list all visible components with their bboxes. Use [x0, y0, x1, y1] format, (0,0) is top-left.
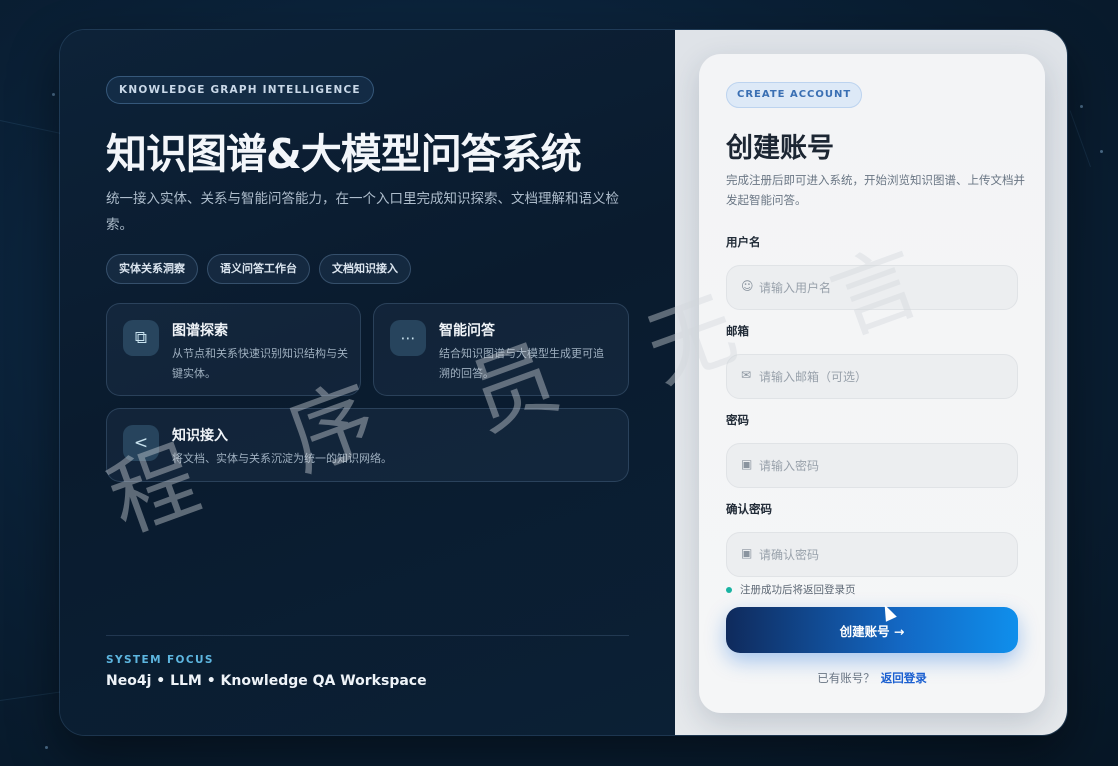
- share-nodes-icon: <: [123, 425, 159, 461]
- page-title: 知识图谱&大模型问答系统: [106, 130, 582, 178]
- tag-entity-relation: 实体关系洞察: [106, 254, 198, 284]
- feature-card-qa: ⋯ 智能问答 结合知识图谱与大模型生成更可追溯的回答。: [373, 303, 629, 396]
- password-field[interactable]: ▣: [726, 443, 1018, 488]
- graph-link-icon: ⧉: [123, 320, 159, 356]
- status-dot-icon: [726, 586, 732, 593]
- email-label: 邮箱: [726, 324, 749, 338]
- feature-desc: 将文档、实体与关系沉淀为统一的知识网络。: [172, 452, 392, 465]
- login-question: 已有账号？: [817, 671, 875, 685]
- feature-card-ingest: < 知识接入 将文档、实体与关系沉淀为统一的知识网络。: [106, 408, 629, 482]
- tag-semantic-qa: 语义问答工作台: [207, 254, 310, 284]
- feature-title: 智能问答: [439, 323, 495, 339]
- hint-text: 注册成功后将返回登录页: [740, 584, 856, 596]
- background-dot: [45, 746, 48, 749]
- intro-panel: KNOWLEDGE GRAPH INTELLIGENCE 知识图谱&大模型问答系…: [60, 30, 675, 735]
- username-input[interactable]: [759, 266, 1009, 309]
- create-account-badge: CREATE ACCOUNT: [726, 82, 863, 108]
- focus-label: SYSTEM FOCUS: [106, 654, 214, 666]
- register-card: KNOWLEDGE GRAPH INTELLIGENCE 知识图谱&大模型问答系…: [59, 29, 1068, 736]
- feature-title: 知识接入: [172, 428, 228, 444]
- intro-badge: KNOWLEDGE GRAPH INTELLIGENCE: [106, 76, 374, 104]
- form-panel: CREATE ACCOUNT 创建账号 完成注册后即可进入系统，开始浏览知识图谱…: [675, 30, 1067, 735]
- feature-desc: 结合知识图谱与大模型生成更可追溯的回答。: [439, 347, 604, 380]
- back-to-login-link[interactable]: 返回登录: [881, 671, 927, 685]
- chat-bubble-icon: ⋯: [390, 320, 426, 356]
- background-line: [1069, 110, 1091, 168]
- tag-document-ingest: 文档知识接入: [319, 254, 411, 284]
- form-title: 创建账号: [726, 133, 834, 164]
- confirm-password-input[interactable]: [759, 533, 1009, 576]
- divider: [106, 635, 629, 636]
- username-label: 用户名: [726, 235, 761, 249]
- confirm-password-label: 确认密码: [726, 502, 772, 516]
- lock-icon: ▣: [741, 457, 753, 471]
- login-prompt: 已有账号？ 返回登录: [699, 670, 1045, 686]
- create-account-button[interactable]: 创建账号 →: [726, 607, 1018, 653]
- intro-description: 统一接入实体、关系与智能问答能力，在一个入口里完成知识探索、文档理解和语义检索。: [106, 191, 619, 233]
- lock-icon: ▣: [741, 546, 753, 560]
- focus-value: Neo4j • LLM • Knowledge QA Workspace: [106, 673, 427, 689]
- tag-list: 实体关系洞察 语义问答工作台 文档知识接入: [106, 254, 411, 284]
- feature-card-graph: ⧉ 图谱探索 从节点和关系快速识别知识结构与关键实体。: [106, 303, 361, 396]
- background-dot: [52, 93, 55, 96]
- password-input[interactable]: [759, 444, 1009, 487]
- background-dot: [1100, 150, 1103, 153]
- email-input[interactable]: [759, 355, 1009, 398]
- feature-desc: 从节点和关系快速识别知识结构与关键实体。: [172, 347, 348, 380]
- register-hint: 注册成功后将返回登录页: [726, 582, 856, 597]
- password-label: 密码: [726, 413, 749, 427]
- confirm-password-field[interactable]: ▣: [726, 532, 1018, 577]
- user-icon: ☺: [741, 279, 754, 293]
- feature-title: 图谱探索: [172, 323, 228, 339]
- form-subtitle: 完成注册后即可进入系统，开始浏览知识图谱、上传文档并发起智能问答。: [726, 173, 1025, 207]
- username-field[interactable]: ☺: [726, 265, 1018, 310]
- background-dot: [1080, 105, 1083, 108]
- email-field[interactable]: ✉: [726, 354, 1018, 399]
- register-form: CREATE ACCOUNT 创建账号 完成注册后即可进入系统，开始浏览知识图谱…: [699, 54, 1045, 713]
- mail-icon: ✉: [741, 368, 752, 382]
